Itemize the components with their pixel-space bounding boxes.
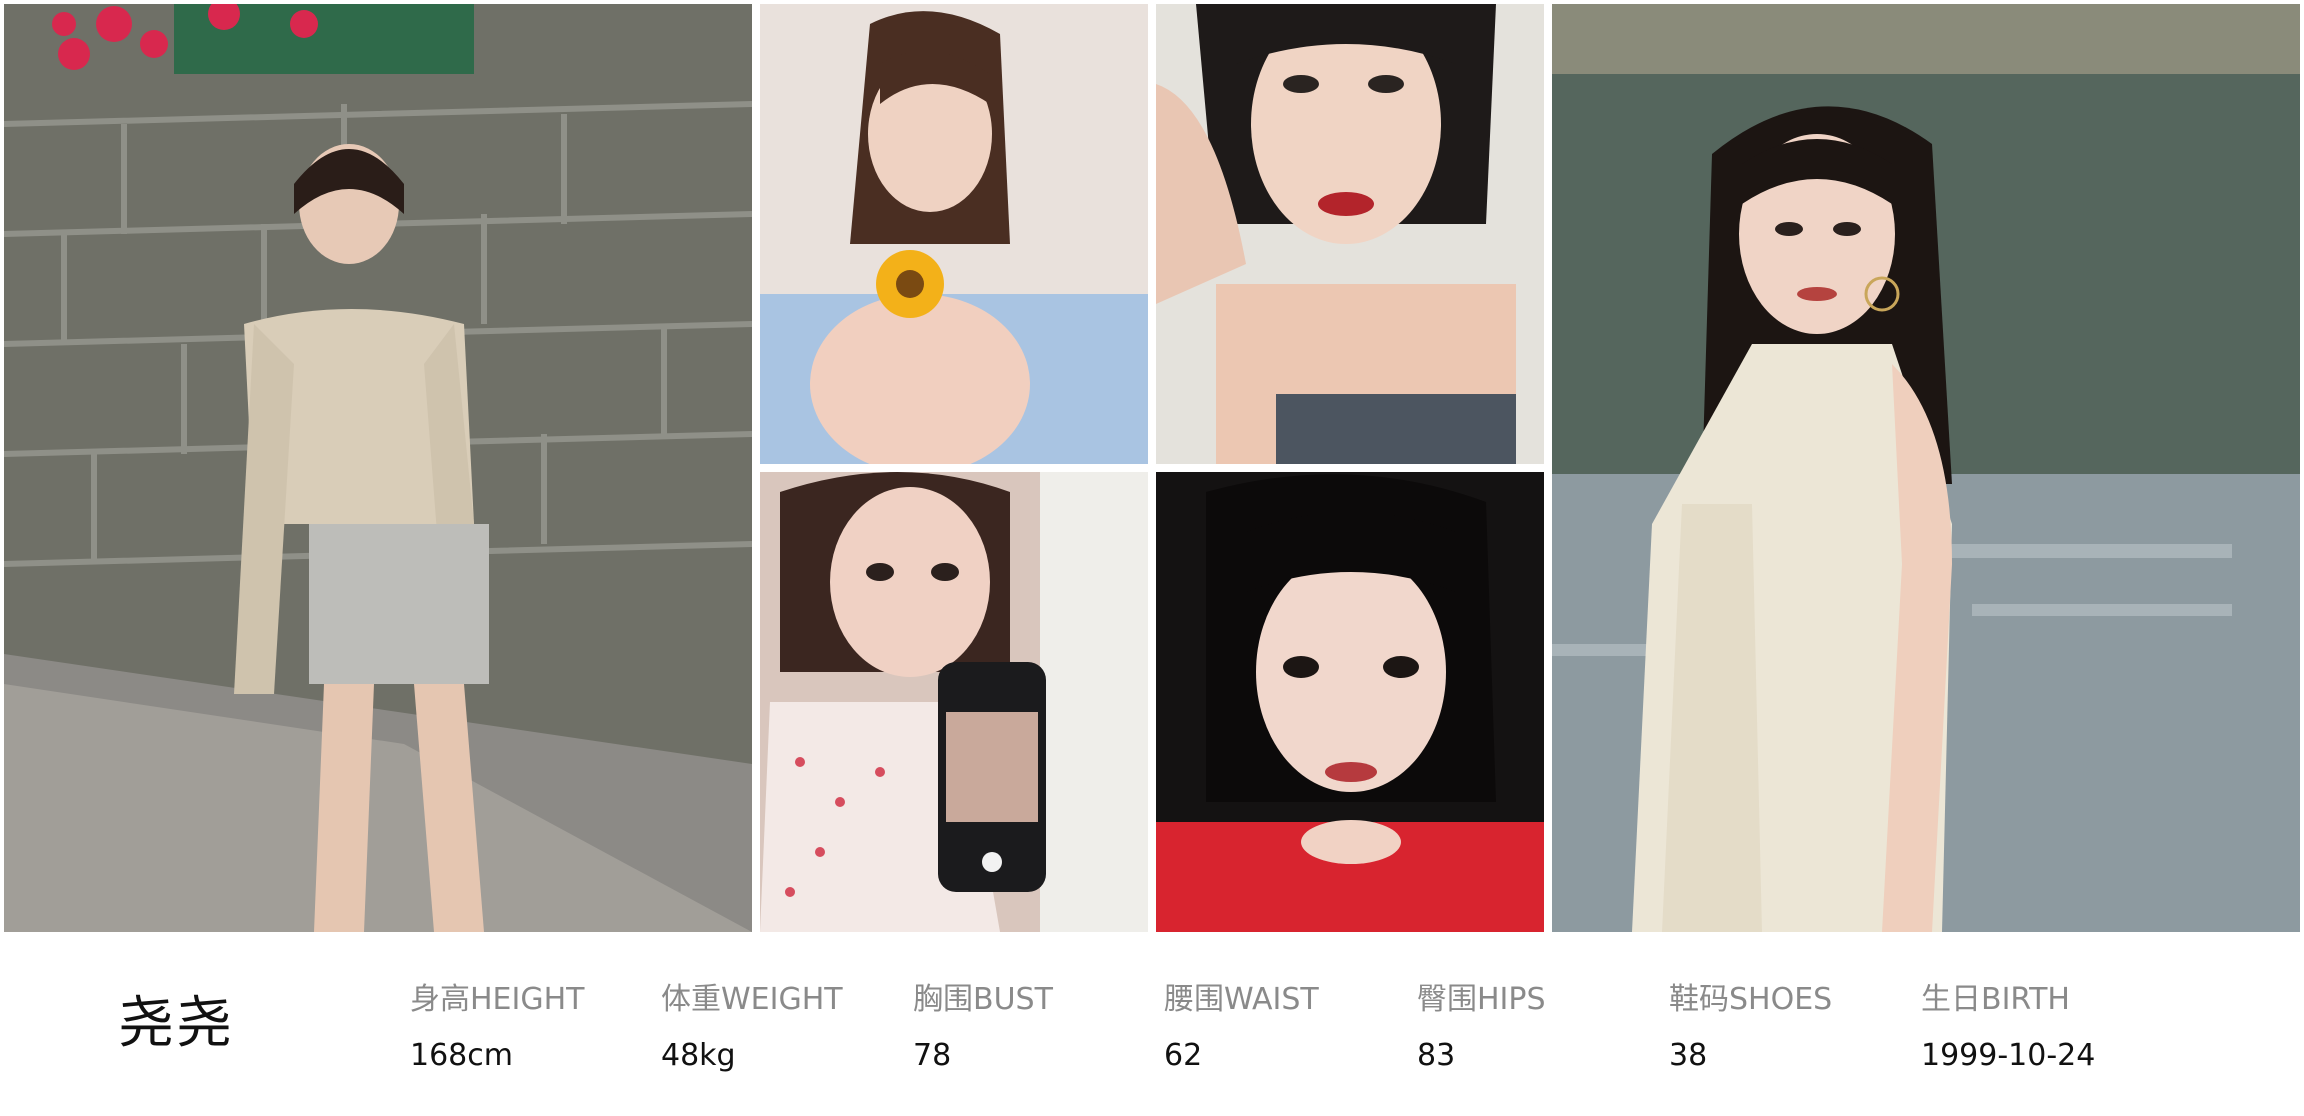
- stat-waist-label: 腰围WAIST: [1164, 982, 1319, 1017]
- stat-weight: 体重WEIGHT 48kg: [661, 974, 843, 1073]
- photo-full-body-stone-wall: [4, 4, 752, 932]
- stat-waist-value: 62: [1164, 1038, 1203, 1073]
- stat-shoes: 鞋码SHOES 38: [1669, 974, 1832, 1073]
- stat-weight-value: 48kg: [661, 1038, 736, 1073]
- stat-height-label: 身高HEIGHT: [410, 982, 585, 1017]
- photo-selfie-sunflower: [760, 4, 1148, 464]
- stat-birth: 生日BIRTH 1999-10-24: [1921, 974, 2095, 1073]
- stat-bust-label: 胸围BUST: [913, 982, 1053, 1017]
- stat-hips-label: 臀围HIPS: [1417, 982, 1546, 1017]
- stat-birth-value: 1999-10-24: [1921, 1038, 2096, 1073]
- photo-halter-dress-lakeside: [1552, 4, 2300, 932]
- stat-bust: 胸围BUST 78: [913, 974, 1053, 1073]
- stat-height: 身高HEIGHT 168cm: [410, 974, 585, 1073]
- stat-waist: 腰围WAIST 62: [1164, 974, 1319, 1073]
- stat-hips: 臀围HIPS 83: [1417, 974, 1546, 1073]
- photo-mirror-selfie-phone: [760, 472, 1148, 932]
- photo-closeup-hand-on-head: [1156, 4, 1544, 464]
- model-name: 尧尧: [118, 991, 234, 1056]
- photo-bob-hair-red-top: [1156, 472, 1544, 932]
- stat-bust-value: 78: [913, 1038, 952, 1073]
- stat-shoes-label: 鞋码SHOES: [1669, 982, 1833, 1017]
- stat-birth-label: 生日BIRTH: [1921, 982, 2070, 1017]
- stat-height-value: 168cm: [410, 1038, 513, 1073]
- stat-hips-value: 83: [1417, 1038, 1456, 1073]
- stat-shoes-value: 38: [1669, 1038, 1708, 1073]
- stat-weight-label: 体重WEIGHT: [661, 982, 843, 1017]
